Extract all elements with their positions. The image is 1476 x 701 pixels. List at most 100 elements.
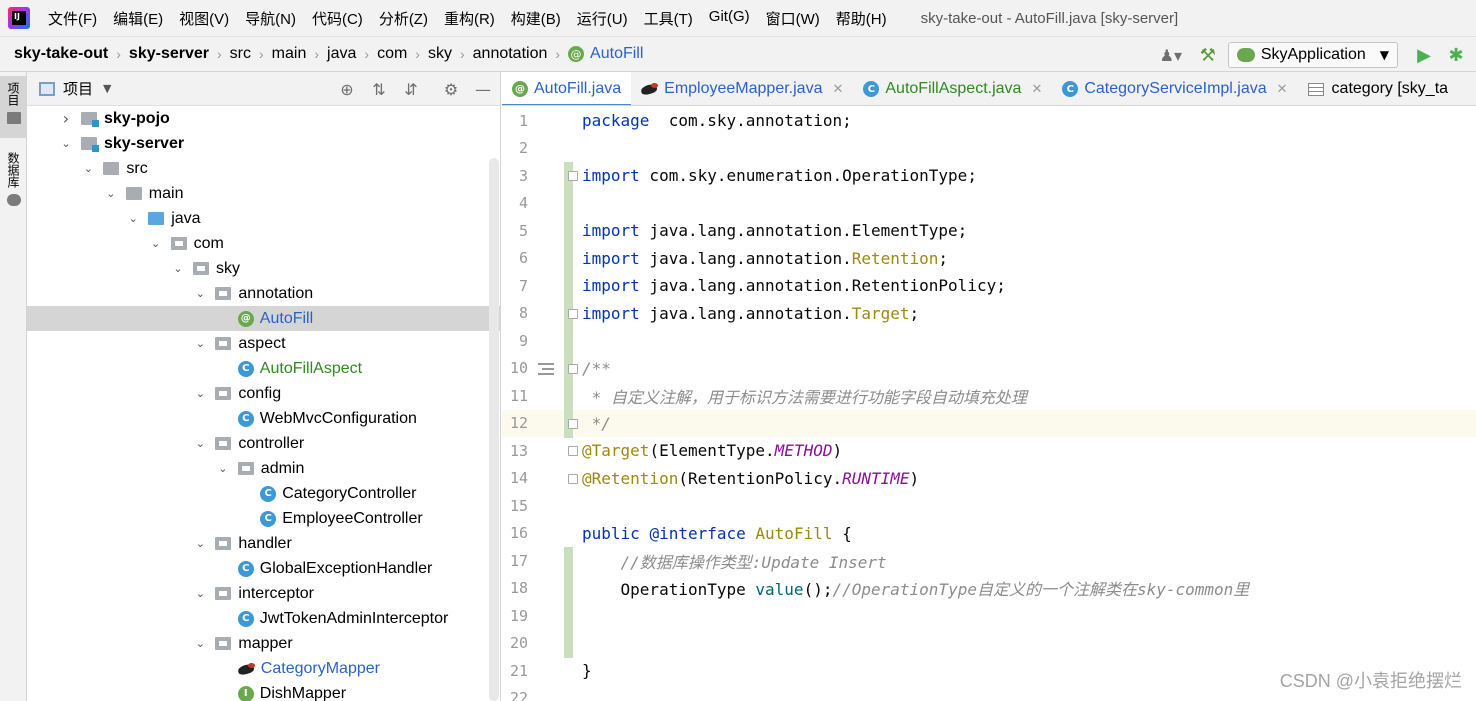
code-line[interactable]: 5 import java.lang.annotation.ElementType… [502, 217, 1476, 245]
breadcrumb-item[interactable]: com [377, 45, 407, 63]
expand-arrow-icon[interactable]: ⌄ [149, 237, 163, 250]
tree-item[interactable]: C JwtTokenAdminInterceptor [27, 606, 501, 631]
breadcrumb-item[interactable]: AutoFill [590, 45, 643, 63]
tree-item[interactable]: ⌄ src [27, 156, 501, 181]
vcs-change-marker[interactable] [564, 189, 573, 218]
tree-item[interactable]: ⌄ aspect [27, 331, 501, 356]
menu-item[interactable]: 编辑(E) [105, 8, 171, 29]
code-line[interactable]: 14 @Retention(RetentionPolicy.RUNTIME) [502, 465, 1476, 492]
code-line[interactable]: 10 /** [502, 354, 1476, 383]
breadcrumb-item[interactable]: sky [428, 45, 452, 63]
code-line[interactable]: 18 OperationType value();//OperationType… [502, 574, 1476, 603]
vcs-change-marker[interactable] [564, 629, 573, 658]
code-line[interactable]: 16 public @interface AutoFill { [502, 520, 1476, 547]
tree-item[interactable]: C EmployeeController [27, 506, 501, 531]
code-line[interactable]: 15 [502, 492, 1476, 519]
menu-item[interactable]: 窗口(W) [758, 8, 828, 29]
menu-item[interactable]: 重构(R) [436, 8, 503, 29]
code-line[interactable]: 1 package com.sky.annotation; [502, 107, 1476, 134]
menu-item[interactable]: 运行(U) [569, 8, 636, 29]
breadcrumb-item[interactable]: annotation [473, 45, 548, 63]
menu-item[interactable]: 帮助(H) [828, 8, 895, 29]
fold-marker-icon[interactable] [568, 363, 578, 374]
tree-item[interactable]: ⌄ handler [27, 531, 501, 556]
expand-arrow-icon[interactable]: ⌄ [193, 387, 207, 400]
editor-tab[interactable]: C CategoryServiceImpl.java ✕ [1052, 72, 1297, 105]
vcs-change-marker[interactable] [564, 244, 573, 273]
tree-item[interactable]: ⌄ java [27, 206, 501, 231]
tree-item[interactable]: ⌄ mapper [27, 631, 501, 656]
expand-arrow-icon[interactable]: ⌄ [104, 187, 118, 200]
vcs-change-marker[interactable] [564, 382, 573, 410]
code-line[interactable]: 20 [502, 629, 1476, 658]
breadcrumb-item[interactable]: main [272, 45, 307, 63]
code-line[interactable]: 7 import java.lang.annotation.RetentionPo… [502, 272, 1476, 300]
collapse-all-icon[interactable]: ⇵ [400, 78, 422, 100]
expand-arrow-icon[interactable]: ⌄ [171, 262, 185, 275]
tree-item[interactable]: ⌄ com [27, 231, 501, 256]
code-line[interactable]: 6 import java.lang.annotation.Retention; [502, 244, 1476, 273]
code-line[interactable]: 2 [502, 135, 1476, 162]
close-icon[interactable]: ✕ [1277, 82, 1288, 97]
code-line[interactable]: 19 [502, 602, 1476, 630]
tree-item[interactable]: C GlobalExceptionHandler [27, 556, 501, 581]
vcs-change-marker[interactable] [564, 327, 573, 355]
fold-marker-icon[interactable] [568, 308, 578, 319]
vcs-change-marker[interactable] [564, 272, 573, 300]
expand-arrow-icon[interactable]: ⌄ [193, 287, 207, 300]
intellij-logo-icon[interactable]: IJ [8, 7, 30, 29]
menu-item[interactable]: 分析(Z) [371, 8, 436, 29]
expand-arrow-icon[interactable]: ⌄ [193, 587, 207, 600]
tree-item[interactable]: @ AutoFill [27, 306, 501, 331]
menu-item[interactable]: 代码(C) [304, 8, 371, 29]
expand-arrow-icon[interactable]: ⌄ [81, 162, 95, 175]
fold-marker-icon[interactable] [568, 171, 578, 181]
expand-all-icon[interactable]: ⇅ [368, 78, 390, 100]
code-line[interactable]: 13 @Target(ElementType.METHOD) [502, 437, 1476, 464]
breadcrumb-item[interactable]: src [230, 45, 251, 63]
gear-icon[interactable]: ⚙ [440, 78, 462, 100]
run-icon[interactable]: ▶ [1412, 43, 1436, 67]
debug-icon[interactable]: ✱ [1444, 43, 1468, 67]
tree-item[interactable]: C CategoryController [27, 481, 501, 506]
tree-item[interactable]: ⌄ sky-server [27, 131, 501, 156]
code-line[interactable]: 12 */ [502, 409, 1476, 438]
code-line[interactable]: 3 import com.sky.enumeration.OperationTyp… [502, 162, 1476, 190]
tree-item[interactable]: C WebMvcConfiguration [27, 406, 501, 431]
editor-tab[interactable]: C AutoFillAspect.java ✕ [853, 72, 1052, 105]
expand-arrow-icon[interactable]: ⌄ [193, 637, 207, 650]
fold-marker-icon[interactable] [568, 446, 578, 456]
tree-item[interactable]: ⌄ main [27, 181, 501, 206]
code-line[interactable]: 8 import java.lang.annotation.Target; [502, 299, 1476, 328]
user-icon[interactable]: ♟▾ [1154, 43, 1188, 67]
project-view-selector[interactable]: 项目 ▼ [27, 78, 111, 99]
render-doc-icon[interactable] [538, 362, 554, 375]
locate-icon[interactable]: ⊕ [336, 78, 358, 100]
vcs-change-marker[interactable] [564, 217, 573, 245]
editor-tab[interactable]: EmployeeMapper.java ✕ [631, 72, 853, 105]
tree-item[interactable]: ⌄ annotation [27, 281, 501, 306]
vcs-change-marker[interactable] [564, 574, 573, 603]
tree-item[interactable]: ⌄ controller [27, 431, 501, 456]
expand-arrow-icon[interactable]: ⌄ [126, 212, 140, 225]
tree-item[interactable]: ⌄ admin [27, 456, 501, 481]
run-config-selector[interactable]: SkyApplication ▼ [1227, 42, 1398, 68]
tree-item[interactable]: CategoryMapper [27, 656, 501, 681]
breadcrumb-item[interactable]: java [327, 45, 356, 63]
expand-arrow-icon[interactable]: ⌄ [59, 137, 73, 150]
menu-item[interactable]: 文件(F) [40, 8, 105, 29]
expand-arrow-icon[interactable]: ⌄ [193, 537, 207, 550]
fold-marker-icon[interactable] [568, 418, 578, 429]
menu-item[interactable]: 视图(V) [171, 8, 237, 29]
close-icon[interactable]: ✕ [1031, 82, 1042, 97]
hide-icon[interactable]: — [472, 78, 494, 100]
fold-marker-icon[interactable] [568, 473, 578, 484]
tree-item[interactable]: › sky-pojo [27, 106, 501, 131]
tree-item[interactable]: ⌄ config [27, 381, 501, 406]
tree-item[interactable]: C AutoFillAspect [27, 356, 501, 381]
expand-arrow-icon[interactable]: ⌄ [193, 337, 207, 350]
expand-arrow-icon[interactable]: › [59, 109, 73, 128]
menu-item[interactable]: 构建(B) [503, 8, 569, 29]
tree-scrollbar[interactable] [489, 158, 499, 701]
build-hammer-icon[interactable]: ⚒ [1196, 43, 1220, 67]
